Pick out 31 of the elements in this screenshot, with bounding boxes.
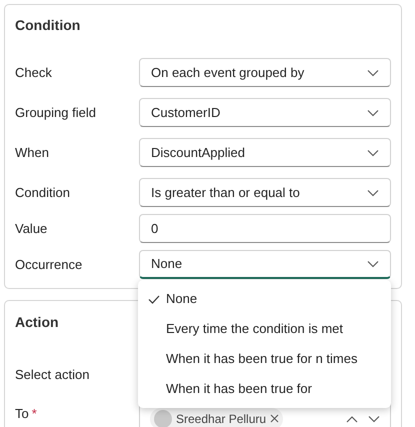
- checkmark-icon: [148, 294, 160, 304]
- field-label: To: [15, 404, 29, 422]
- chevron-up-icon: [346, 414, 358, 422]
- chevron-down-icon: [367, 148, 379, 156]
- field-label: Value: [15, 220, 48, 238]
- field-label: Occurrence: [15, 256, 84, 274]
- field-label: Check: [15, 64, 53, 82]
- chevron-down-icon: [367, 108, 379, 116]
- menu-option[interactable]: Every time the condition is met: [138, 314, 391, 344]
- chevron-down-icon: [368, 414, 380, 422]
- dropdown-field[interactable]: DiscountApplied: [139, 138, 391, 167]
- menu-option[interactable]: When it has been true for n times: [138, 344, 391, 374]
- chevron-down-icon: [367, 260, 379, 268]
- section-title: Condition: [15, 16, 80, 35]
- value-input[interactable]: 0: [139, 214, 391, 243]
- field-label: Select action: [15, 366, 90, 384]
- dropdown-field[interactable]: Is greater than or equal to: [139, 178, 391, 207]
- person-chip[interactable]: Sreedhar Pelluru: [150, 408, 284, 427]
- field-label: Condition: [15, 184, 71, 202]
- menu-option[interactable]: When it has been true for: [138, 374, 391, 404]
- close-icon[interactable]: [270, 414, 280, 423]
- chevron-down-icon: [367, 68, 379, 76]
- section-title: Action: [15, 313, 59, 332]
- dropdown-field[interactable]: CustomerID: [139, 98, 391, 127]
- avatar-icon: [154, 410, 172, 427]
- required-mark: *: [32, 404, 37, 422]
- menu-option[interactable]: None: [138, 284, 391, 314]
- field-label: Grouping field: [15, 104, 97, 122]
- chevron-down-icon: [367, 188, 379, 196]
- field-label: When: [15, 144, 50, 162]
- dropdown-field[interactable]: On each event grouped by: [139, 58, 391, 87]
